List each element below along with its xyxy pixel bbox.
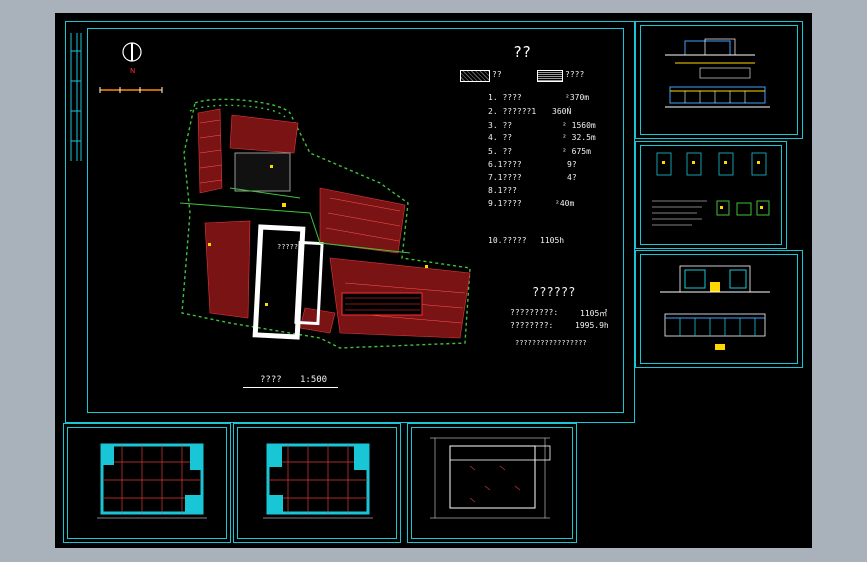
row-label: 3. ??	[488, 121, 513, 130]
elevation-drawing-3	[660, 265, 770, 350]
row-value: 360Ń	[552, 107, 572, 116]
summary-title: ??????	[532, 285, 576, 299]
north-arrow-icon: N	[122, 42, 142, 75]
row-value: ² 675m	[562, 147, 591, 156]
scale-label: ????	[260, 375, 282, 385]
row-label: 2. ??????1	[488, 107, 537, 116]
cad-drawing-area: N ????? ?? ?? ???? 1. ???? ²370m 2. ????…	[55, 13, 812, 548]
row-label: 5. ??	[488, 147, 513, 156]
title-strip	[70, 33, 82, 161]
row-label: 9.1????	[488, 199, 522, 208]
row-value: ²370m	[565, 93, 590, 102]
row-label: 4. ??	[488, 133, 513, 142]
legend-label-2: ????	[565, 70, 585, 79]
legend-label-1: ??	[492, 70, 502, 79]
row-value: 4?	[567, 173, 577, 182]
row-label: 1. ????	[488, 93, 522, 102]
legend-swatch-2	[537, 70, 563, 82]
legend-title: ??	[513, 43, 532, 61]
row-value: ² 32.5m	[562, 133, 596, 142]
elevation-drawing-1	[665, 38, 770, 108]
row-value: ² 1560m	[562, 121, 596, 130]
site-plan-drawing	[179, 98, 471, 349]
scale-bar-small	[99, 87, 163, 93]
row-label: 10.?????	[488, 236, 527, 245]
floor-plan-drawing-1	[97, 443, 207, 519]
row-value: 9?	[567, 160, 577, 169]
roof-plan-drawing	[430, 437, 551, 519]
scale-value: 1:500	[300, 375, 328, 385]
summary-label: ?????????:	[510, 308, 559, 317]
summary-value: 1995.9h	[575, 321, 609, 330]
legend-swatch-1	[460, 70, 490, 82]
summary-value: 1105㎡	[580, 309, 608, 318]
row-value: 1105h	[540, 236, 565, 245]
summary-note: ?????????????????	[515, 339, 587, 347]
row-label: 8.1???	[488, 186, 517, 195]
svg-text:N: N	[130, 67, 135, 75]
row-value: ²40m	[555, 199, 575, 208]
summary-label: ????????:	[510, 321, 554, 330]
row-label: 7.1????	[488, 173, 522, 182]
floor-plan-drawing-2	[263, 443, 373, 519]
detail-drawing-2	[652, 152, 770, 226]
row-label: 6.1????	[488, 160, 522, 169]
scale-underline	[243, 387, 338, 388]
building-label: ?????	[277, 243, 299, 251]
